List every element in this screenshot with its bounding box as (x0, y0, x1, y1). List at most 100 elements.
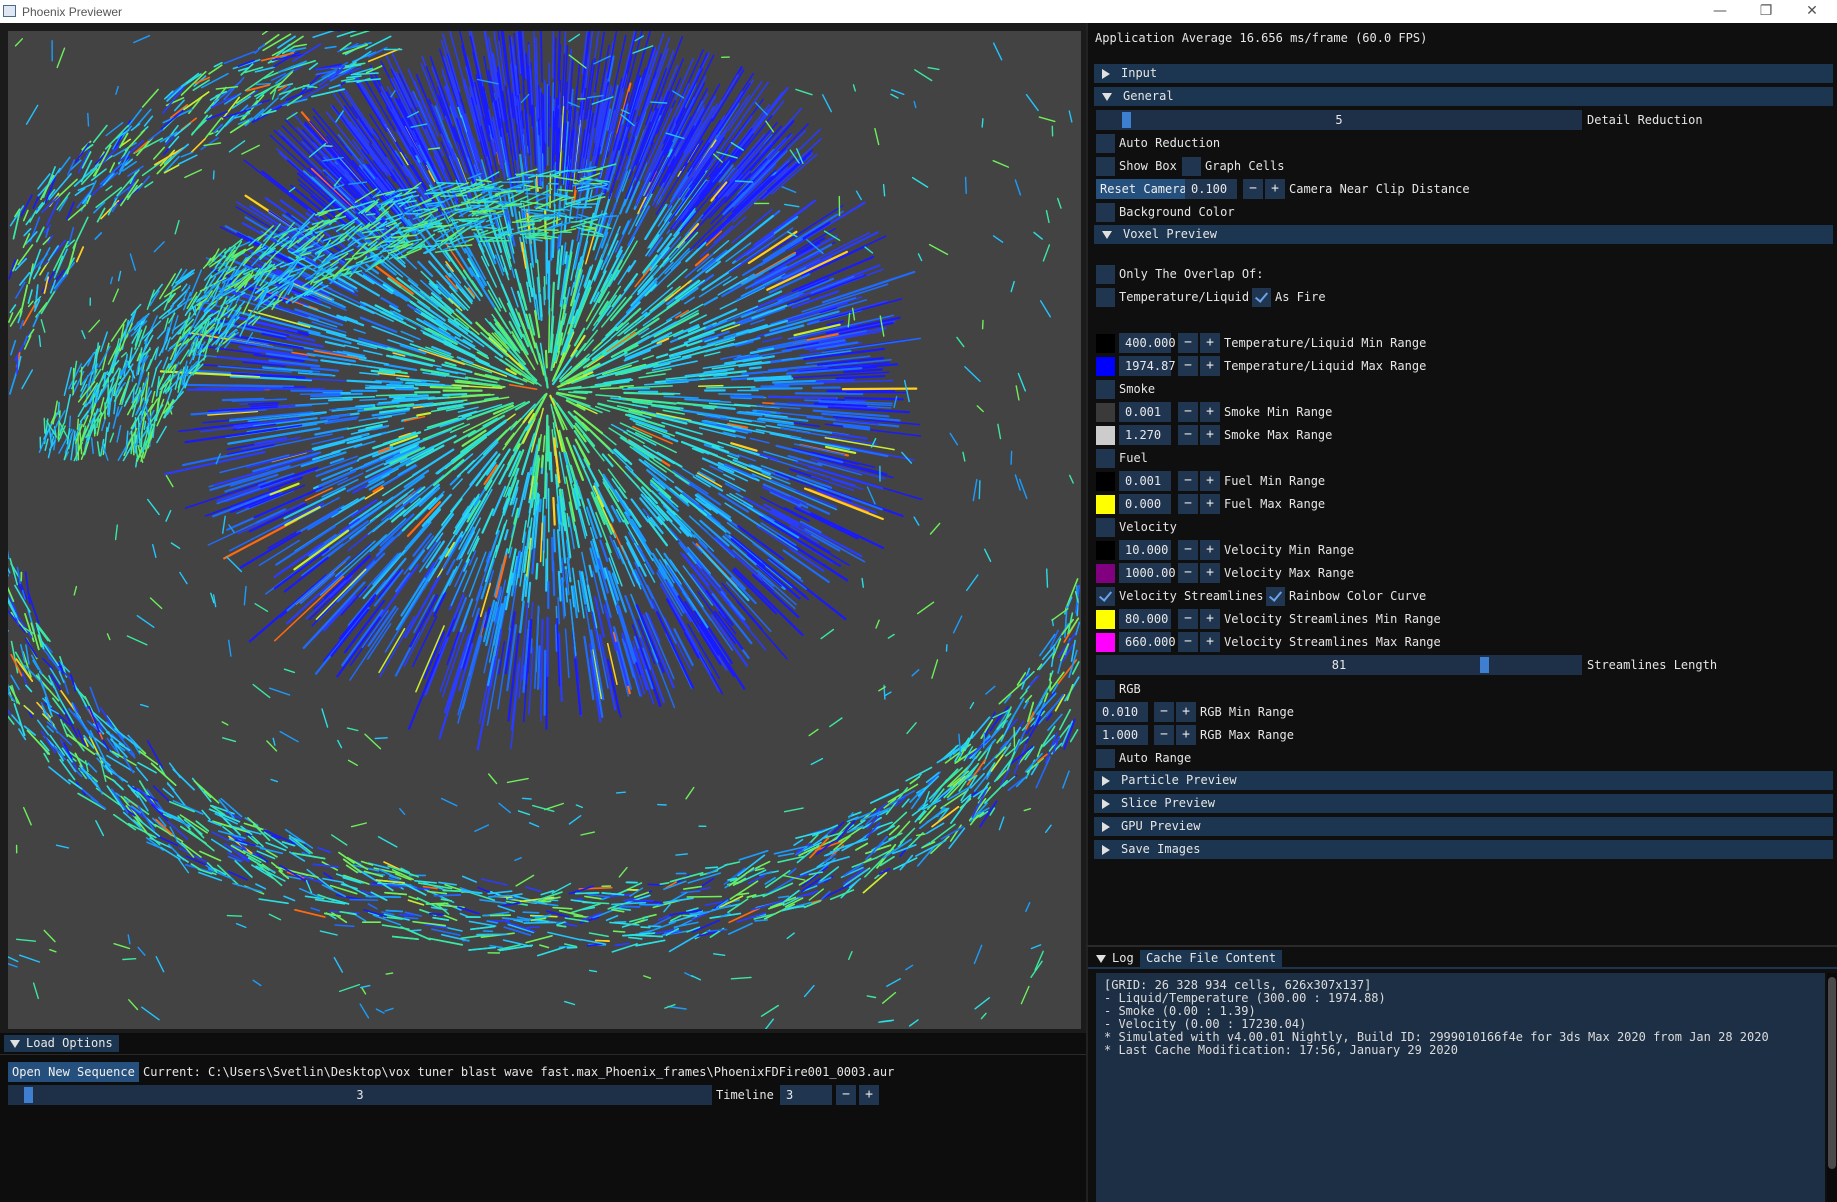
smoke-max-input[interactable]: 1.270 (1119, 425, 1171, 445)
timeline-increment-button[interactable]: + (859, 1085, 879, 1105)
fuel-min-decrement-button[interactable]: − (1178, 471, 1198, 491)
auto-reduction-checkbox[interactable] (1096, 134, 1115, 153)
velocity-min-color-swatch[interactable] (1096, 541, 1115, 560)
timeline-input[interactable]: 3 (780, 1085, 832, 1105)
cache-file-content-tab[interactable]: Cache File Content (1140, 950, 1282, 967)
velocity-streamlines-checkbox[interactable] (1096, 587, 1115, 606)
section-gpu-preview[interactable]: GPU Preview (1094, 817, 1833, 836)
temperature-min-increment-button[interactable]: + (1200, 333, 1220, 353)
timeline-slider[interactable]: 3 (8, 1085, 712, 1105)
section-particle-preview-label: Particle Preview (1121, 773, 1237, 787)
velocity-max-color-swatch[interactable] (1096, 564, 1115, 583)
rgb-max-decrement-button[interactable]: − (1154, 725, 1174, 745)
as-fire-label: As Fire (1275, 287, 1326, 307)
only-overlap-label: Only The Overlap Of: (1119, 264, 1264, 284)
fuel-max-decrement-button[interactable]: − (1178, 494, 1198, 514)
smoke-min-input[interactable]: 0.001 (1119, 402, 1171, 422)
open-new-sequence-button[interactable]: Open New Sequence (8, 1062, 139, 1082)
streamlines-min-decrement-button[interactable]: − (1178, 609, 1198, 629)
log-tab[interactable]: Log (1090, 950, 1140, 967)
temperature-min-color-swatch[interactable] (1096, 334, 1115, 353)
log-scrollbar[interactable] (1827, 973, 1837, 1202)
streamlines-length-value: 81 (1096, 655, 1582, 675)
streamlines-max-input[interactable]: 660.000 (1119, 632, 1171, 652)
temperature-max-increment-button[interactable]: + (1200, 356, 1220, 376)
3d-viewport[interactable] (8, 31, 1081, 1029)
show-box-checkbox[interactable] (1096, 157, 1115, 176)
minimize-button[interactable]: — (1697, 0, 1743, 23)
streamlines-render (8, 31, 1081, 1029)
streamlines-min-increment-button[interactable]: + (1200, 609, 1220, 629)
section-voxel-preview[interactable]: Voxel Preview (1094, 225, 1833, 244)
temperature-max-input[interactable]: 1974.87 (1119, 356, 1171, 376)
velocity-min-input[interactable]: 10.000 (1119, 540, 1171, 560)
velocity-max-increment-button[interactable]: + (1200, 563, 1220, 583)
velocity-min-decrement-button[interactable]: − (1178, 540, 1198, 560)
velocity-max-decrement-button[interactable]: − (1178, 563, 1198, 583)
auto-range-checkbox[interactable] (1096, 749, 1115, 768)
streamlines-max-increment-button[interactable]: + (1200, 632, 1220, 652)
rainbow-color-curve-checkbox[interactable] (1266, 587, 1285, 606)
temperature-min-decrement-button[interactable]: − (1178, 333, 1198, 353)
near-clip-decrement-button[interactable]: − (1243, 179, 1263, 199)
velocity-label: Velocity (1119, 517, 1177, 537)
smoke-max-decrement-button[interactable]: − (1178, 425, 1198, 445)
scrollbar-thumb[interactable] (1828, 977, 1836, 1169)
streamlines-min-color-swatch[interactable] (1096, 610, 1115, 629)
streamlines-min-input[interactable]: 80.000 (1119, 609, 1171, 629)
temperature-max-decrement-button[interactable]: − (1178, 356, 1198, 376)
load-options-tab[interactable]: Load Options (4, 1035, 119, 1052)
background-color-swatch[interactable] (1096, 203, 1115, 222)
velocity-max-input[interactable]: 1000.00 (1119, 563, 1171, 583)
rgb-max-input[interactable]: 1.000 (1096, 725, 1148, 745)
rgb-max-label: RGB Max Range (1200, 725, 1294, 745)
smoke-min-decrement-button[interactable]: − (1178, 402, 1198, 422)
streamlines-max-decrement-button[interactable]: − (1178, 632, 1198, 652)
near-clip-input[interactable]: 0.100 (1185, 179, 1237, 199)
rgb-max-increment-button[interactable]: + (1176, 725, 1196, 745)
fuel-max-increment-button[interactable]: + (1200, 494, 1220, 514)
fuel-min-increment-button[interactable]: + (1200, 471, 1220, 491)
smoke-max-color-swatch[interactable] (1096, 426, 1115, 445)
streamlines-length-slider[interactable]: 81 (1096, 655, 1582, 675)
as-fire-checkbox[interactable] (1252, 288, 1271, 307)
temperature-liquid-checkbox[interactable] (1096, 288, 1115, 307)
fuel-max-input[interactable]: 0.000 (1119, 494, 1171, 514)
reset-camera-button[interactable]: Reset Camera (1096, 179, 1191, 199)
rgb-min-increment-button[interactable]: + (1176, 702, 1196, 722)
only-overlap-checkbox[interactable] (1096, 265, 1115, 284)
fuel-min-color-swatch[interactable] (1096, 472, 1115, 491)
streamline-strokes (8, 31, 1079, 1029)
rgb-checkbox[interactable] (1096, 680, 1115, 699)
section-input[interactable]: Input (1094, 64, 1833, 83)
log-text-box[interactable]: [GRID: 26 328 934 cells, 626x307x137] - … (1096, 973, 1825, 1202)
section-save-images-label: Save Images (1121, 842, 1200, 856)
smoke-checkbox[interactable] (1096, 380, 1115, 399)
timeline-decrement-button[interactable]: − (836, 1085, 856, 1105)
fuel-max-color-swatch[interactable] (1096, 495, 1115, 514)
fuel-max-label: Fuel Max Range (1224, 494, 1325, 514)
close-button[interactable]: ✕ (1789, 0, 1835, 23)
smoke-min-color-swatch[interactable] (1096, 403, 1115, 422)
smoke-max-increment-button[interactable]: + (1200, 425, 1220, 445)
near-clip-increment-button[interactable]: + (1265, 179, 1285, 199)
temperature-min-input[interactable]: 400.000 (1119, 333, 1171, 353)
detail-reduction-slider[interactable]: 5 (1096, 110, 1582, 130)
graph-cells-checkbox[interactable] (1182, 157, 1201, 176)
rgb-min-decrement-button[interactable]: − (1154, 702, 1174, 722)
velocity-min-increment-button[interactable]: + (1200, 540, 1220, 560)
velocity-checkbox[interactable] (1096, 518, 1115, 537)
expand-arrow-icon (1102, 776, 1110, 786)
section-general[interactable]: General (1094, 87, 1833, 106)
rgb-min-input[interactable]: 0.010 (1096, 702, 1148, 722)
fuel-min-input[interactable]: 0.001 (1119, 471, 1171, 491)
temperature-max-color-swatch[interactable] (1096, 357, 1115, 376)
section-slice-preview[interactable]: Slice Preview (1094, 794, 1833, 813)
section-particle-preview[interactable]: Particle Preview (1094, 771, 1833, 790)
streamlines-max-color-swatch[interactable] (1096, 633, 1115, 652)
expand-arrow-icon (1102, 822, 1110, 832)
section-save-images[interactable]: Save Images (1094, 840, 1833, 859)
smoke-min-increment-button[interactable]: + (1200, 402, 1220, 422)
restore-button[interactable]: ❐ (1743, 0, 1789, 23)
fuel-checkbox[interactable] (1096, 449, 1115, 468)
